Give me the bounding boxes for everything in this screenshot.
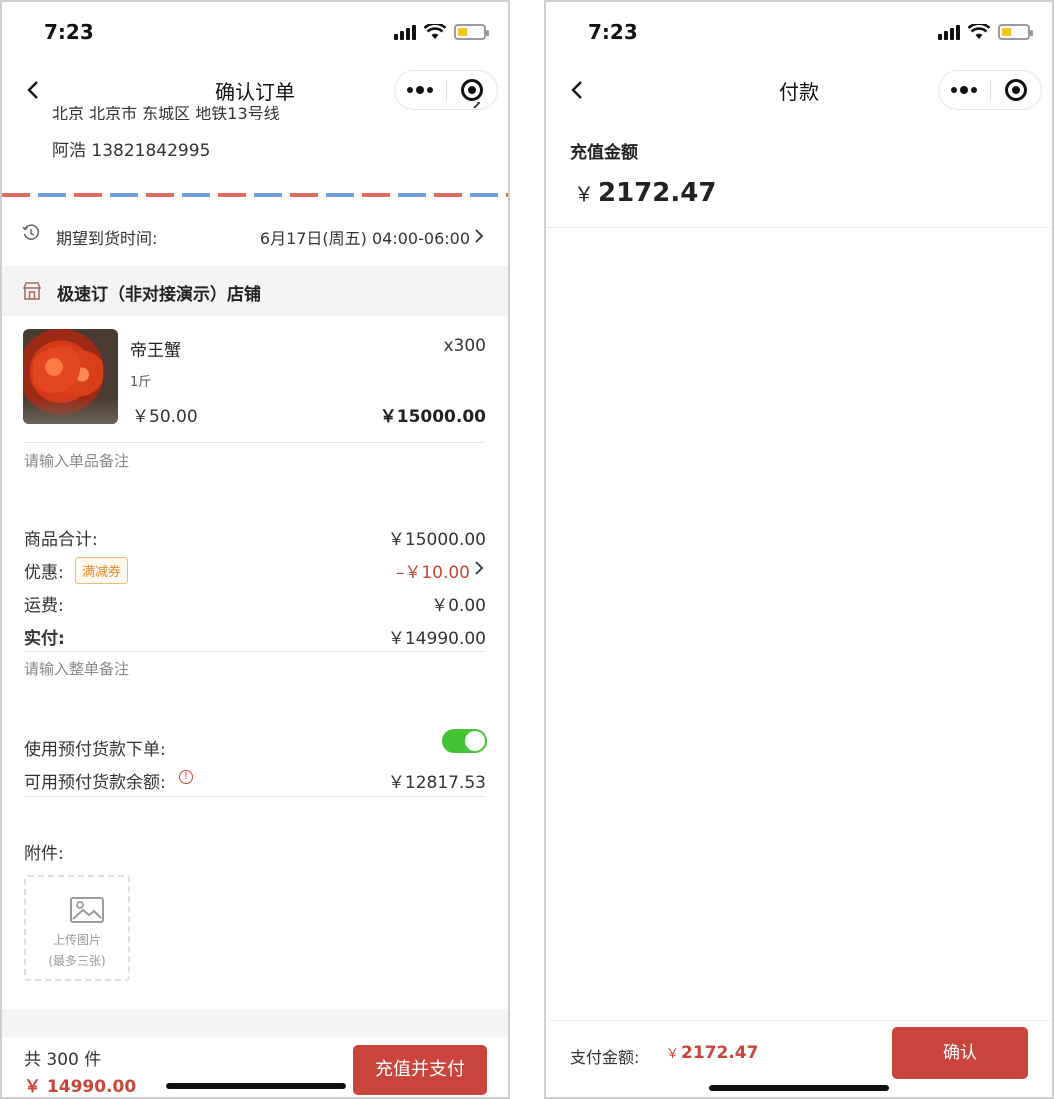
home-indicator bbox=[166, 1083, 346, 1089]
product-name: 帝王蟹 bbox=[130, 341, 181, 361]
status-bar: 7:23 bbox=[546, 2, 1052, 64]
chevron-right-icon[interactable] bbox=[474, 560, 484, 576]
delivery-time-row[interactable]: 期望到货时间: 6月17日(周五) 04:00-06:00 bbox=[2, 216, 508, 256]
store-name: 极速订（非对接演示）店铺 bbox=[57, 285, 261, 305]
recharge-amount: ￥ 2172.47 bbox=[574, 178, 716, 208]
product-unit-price: ￥50.00 bbox=[132, 407, 198, 427]
upload-image-button[interactable]: 上传图片 (最多三张) bbox=[24, 875, 130, 981]
wifi-icon bbox=[968, 24, 990, 39]
payment-bar: 支付金额: ￥ 2172.47 确认 bbox=[546, 1020, 1052, 1097]
discount-value[interactable]: –￥10.00 bbox=[396, 558, 470, 583]
info-icon[interactable]: ! bbox=[179, 770, 193, 784]
goods-total-value: ￥15000.00 bbox=[387, 530, 486, 550]
status-time: 7:23 bbox=[44, 20, 94, 44]
home-indicator bbox=[709, 1085, 889, 1091]
attachment-label: 附件: bbox=[24, 844, 64, 864]
order-confirm-screen: 7:23 确认订单 北京 北京市 东城区 地铁13号线 阿浩 138218429… bbox=[0, 0, 510, 1099]
clock-icon bbox=[22, 224, 39, 240]
currency-symbol: ￥ bbox=[666, 1047, 680, 1062]
signal-icon bbox=[938, 24, 960, 40]
item-note-input[interactable]: 请输入单品备注 bbox=[24, 450, 129, 471]
nav-bar: 付款 bbox=[546, 64, 1052, 116]
recharge-amount-value: 2172.47 bbox=[598, 178, 717, 208]
signal-icon bbox=[394, 24, 416, 40]
shipping-value: ￥0.00 bbox=[431, 596, 486, 616]
currency-symbol: ￥ bbox=[574, 182, 594, 206]
wifi-icon bbox=[424, 24, 446, 39]
prepay-toggle-label: 使用预付货款下单: bbox=[24, 740, 166, 760]
image-icon bbox=[70, 897, 104, 923]
store-icon bbox=[22, 282, 42, 300]
shipping-label: 运费: bbox=[24, 596, 64, 616]
delivery-label: 期望到货时间: bbox=[56, 229, 158, 248]
total-amount: ￥ 14990.00 bbox=[24, 1077, 137, 1097]
mini-program-capsule bbox=[938, 70, 1042, 110]
status-icons bbox=[938, 24, 1033, 40]
mini-program-capsule bbox=[394, 70, 498, 110]
product-subtotal: ￥15000.00 bbox=[379, 407, 486, 427]
order-note-input[interactable]: 请输入整单备注 bbox=[24, 658, 129, 679]
pay-amount-label: 支付金额: bbox=[570, 1048, 640, 1067]
delivery-value: 6月17日(周五) 04:00-06:00 bbox=[259, 229, 470, 248]
battery-icon bbox=[454, 24, 489, 40]
coupon-badge: 满减券 bbox=[75, 557, 129, 584]
paid-label: 实付: bbox=[24, 629, 65, 649]
checkout-bar: 共 300 件 ￥ 14990.00 充值并支付 bbox=[2, 1037, 508, 1097]
chevron-right-icon bbox=[475, 229, 484, 243]
divider bbox=[23, 651, 486, 652]
upload-text: 上传图片 bbox=[52, 933, 101, 947]
close-target-icon[interactable] bbox=[990, 71, 1041, 109]
status-time: 7:23 bbox=[588, 20, 638, 44]
status-bar: 7:23 bbox=[2, 2, 508, 64]
recharge-and-pay-button[interactable]: 充值并支付 bbox=[353, 1045, 487, 1095]
upload-hint: (最多三张) bbox=[48, 954, 106, 968]
prepay-balance-value: ￥12817.53 bbox=[387, 773, 486, 793]
product-spec: 1斤 bbox=[130, 375, 152, 390]
payment-screen: 7:23 付款 充值金额 ￥ 2172.47 支付金额: ￥ 2172.47 确认 bbox=[544, 0, 1054, 1099]
pay-amount-value: 2172.47 bbox=[681, 1043, 759, 1063]
confirm-button[interactable]: 确认 bbox=[892, 1027, 1028, 1079]
divider bbox=[23, 442, 486, 443]
address-contact: 阿浩 13821842995 bbox=[52, 141, 211, 161]
divider bbox=[546, 227, 1052, 228]
pay-amount: ￥ 2172.47 bbox=[666, 1043, 758, 1063]
footer-spacer bbox=[2, 1009, 508, 1037]
toggle-knob bbox=[465, 731, 485, 751]
store-header: 极速订（非对接演示）店铺 bbox=[2, 266, 508, 316]
address-line[interactable]: 北京 北京市 东城区 地铁13号线 bbox=[52, 106, 280, 120]
goods-total-label: 商品合计: bbox=[24, 530, 98, 550]
battery-icon bbox=[998, 24, 1033, 40]
prepay-toggle[interactable] bbox=[442, 729, 487, 753]
status-icons bbox=[394, 24, 489, 40]
discount-label: 优惠: bbox=[24, 563, 64, 583]
paid-value: ￥14990.00 bbox=[387, 629, 486, 649]
item-count: 共 300 件 bbox=[24, 1050, 102, 1070]
prepay-balance-label: 可用预付货款余额: bbox=[24, 773, 166, 793]
more-dots-icon[interactable] bbox=[939, 71, 990, 109]
chevron-right-icon bbox=[473, 102, 481, 109]
more-dots-icon[interactable] bbox=[395, 71, 446, 109]
product-quantity: x300 bbox=[443, 336, 486, 356]
address-divider-stripe bbox=[2, 193, 508, 197]
product-image[interactable] bbox=[23, 329, 118, 424]
divider bbox=[23, 796, 486, 797]
recharge-label: 充值金额 bbox=[570, 143, 638, 163]
